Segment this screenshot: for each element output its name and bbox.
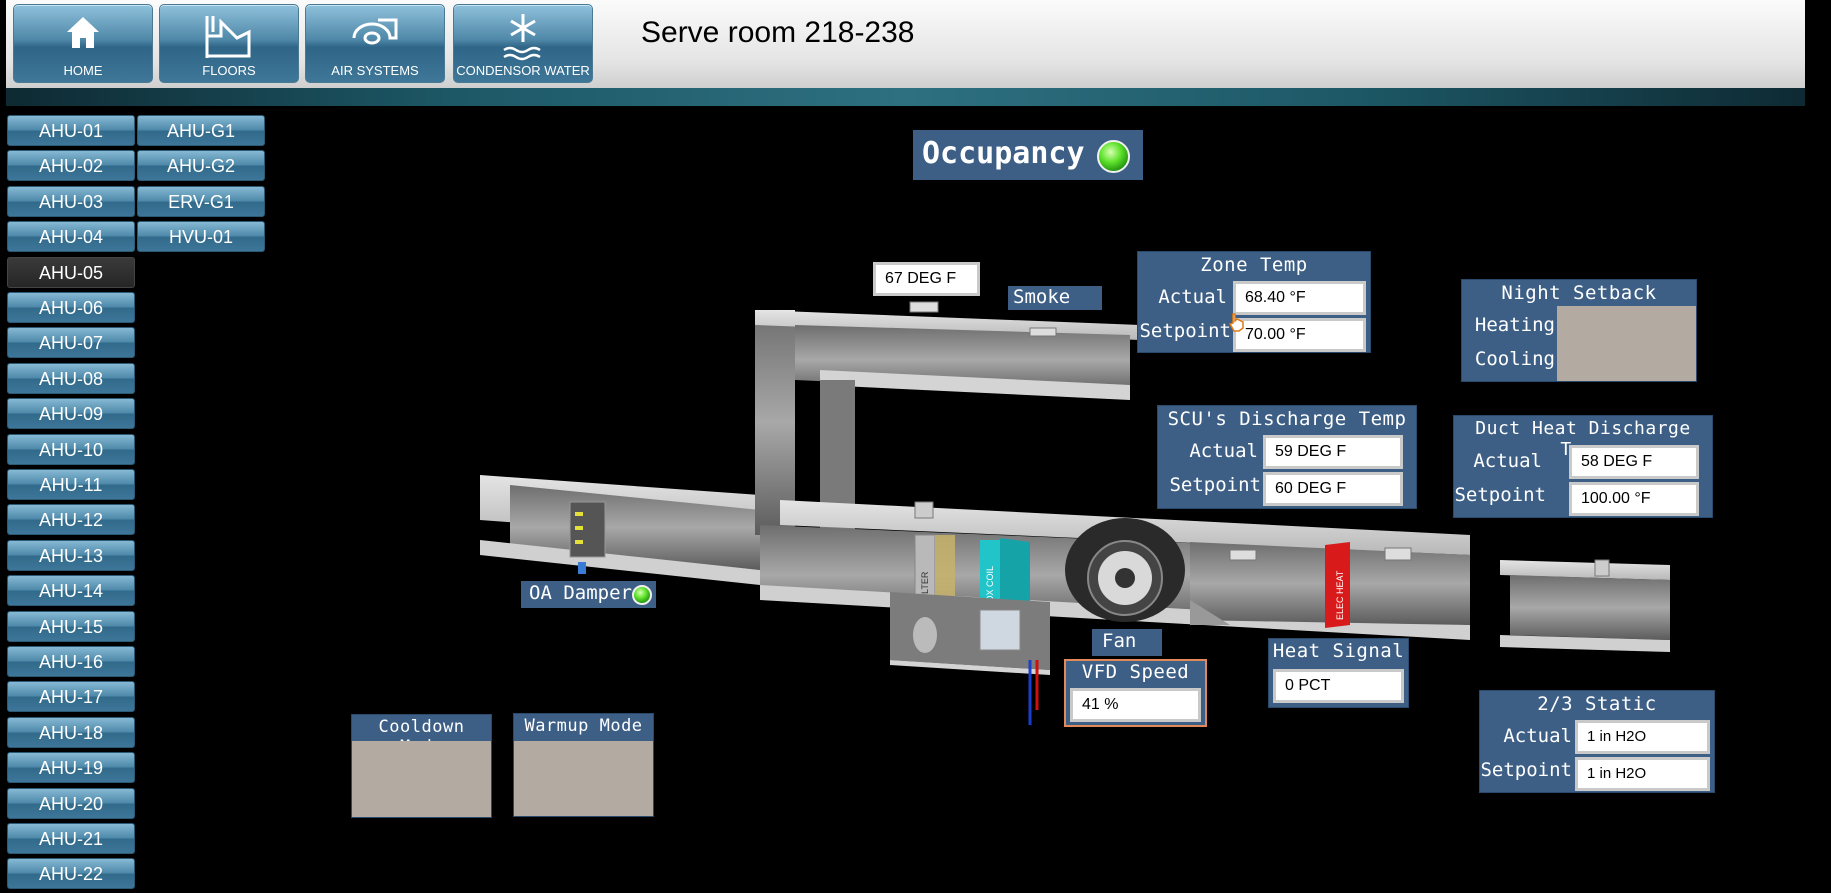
sidebar-item-ahu-19[interactable]: AHU-19 bbox=[7, 752, 135, 784]
sidebar-item-ahu-16[interactable]: AHU-16 bbox=[7, 646, 135, 677]
elec-heat-label: ELEC HEAT bbox=[1335, 570, 1345, 620]
static-actual-value: 1 in H2O bbox=[1575, 720, 1710, 754]
warmup-mode-title: Warmup Mode bbox=[524, 716, 643, 736]
zone-temp-title: Zone Temp bbox=[1200, 254, 1308, 276]
vfd-speed-value[interactable]: 41 % bbox=[1070, 688, 1201, 722]
scu-discharge-title: SCU's Discharge Temp bbox=[1167, 408, 1407, 430]
scu-discharge-temp-panel: SCU's Discharge Temp Actual 59 DEG F Set… bbox=[1157, 405, 1417, 509]
nav-floors-button[interactable]: FLOORS bbox=[159, 4, 299, 83]
sidebar-item-ahu-12[interactable]: AHU-12 bbox=[7, 504, 135, 536]
sidebar-item-ahu-08[interactable]: AHU-08 bbox=[7, 362, 135, 394]
dx-coil-label: DX COIL bbox=[985, 566, 995, 602]
home-icon bbox=[67, 17, 99, 48]
static-setpoint-value[interactable]: 1 in H2O bbox=[1575, 757, 1710, 791]
occupancy-indicator: Occupancy bbox=[913, 130, 1143, 180]
heat-signal-title: Heat Signal bbox=[1272, 640, 1405, 662]
nav-home-button[interactable]: HOME bbox=[13, 4, 153, 83]
sidebar-item-ahu-22[interactable]: AHU-22 bbox=[7, 858, 135, 890]
sidebar-item-ahu-07[interactable]: AHU-07 bbox=[7, 327, 135, 359]
duct-heat-setpoint-label: Setpoint bbox=[1454, 484, 1546, 506]
sidebar-item-ahu-14[interactable]: AHU-14 bbox=[7, 575, 135, 607]
vfd-speed-title: VFD Speed bbox=[1081, 661, 1190, 683]
sidebar-item-ahu-g1[interactable]: AHU-G1 bbox=[137, 115, 265, 146]
sidebar-item-ahu-15[interactable]: AHU-15 bbox=[7, 610, 135, 642]
sidebar-item-ahu-10[interactable]: AHU-10 bbox=[7, 433, 135, 465]
fan-label-tag: Fan bbox=[1092, 629, 1162, 656]
scu-discharge-actual-value: 59 DEG F bbox=[1263, 435, 1403, 469]
static-pressure-title: 2/3 Static bbox=[1537, 693, 1657, 715]
zone-temp-setpoint-label: Setpoint bbox=[1139, 320, 1231, 342]
duct-heat-actual-label: Actual bbox=[1473, 450, 1542, 472]
sidebar-item-ahu-02[interactable]: AHU-02 bbox=[7, 150, 135, 182]
night-setback-title: Night Setback bbox=[1501, 282, 1657, 304]
zone-temp-actual-value: 68.40 °F bbox=[1233, 281, 1366, 315]
sidebar-item-ahu-04[interactable]: AHU-04 bbox=[7, 221, 135, 253]
zone-temp-actual-label: Actual bbox=[1158, 286, 1227, 308]
heat-signal-panel: Heat Signal 0 PCT bbox=[1268, 638, 1409, 708]
scu-discharge-setpoint-label: Setpoint bbox=[1169, 474, 1261, 496]
warmup-mode-panel: Warmup Mode bbox=[513, 713, 654, 817]
static-pressure-panel: 2/3 Static Actual 1 in H2O Setpoint 1 in… bbox=[1479, 690, 1715, 793]
sidebar-item-ahu-11[interactable]: AHU-11 bbox=[7, 469, 135, 500]
snowflake-water-icon bbox=[503, 14, 541, 61]
cooldown-mode-status-area bbox=[352, 741, 491, 817]
night-setback-cooling-label: Cooling bbox=[1474, 348, 1555, 370]
smoke-label: Smoke bbox=[1013, 286, 1071, 308]
nav-condensor-water-button[interactable]: CONDENSOR WATER bbox=[453, 4, 593, 83]
sidebar-item-ahu-17[interactable]: AHU-17 bbox=[7, 681, 135, 713]
cooldown-mode-panel: Cooldown Mode bbox=[351, 714, 492, 818]
sidebar-item-ahu-09[interactable]: AHU-09 bbox=[7, 398, 135, 430]
oa-damper-status-led bbox=[632, 585, 652, 605]
duct-heat-actual-value: 58 DEG F bbox=[1569, 445, 1699, 479]
zone-temp-setpoint-value[interactable]: 70.00 °F bbox=[1233, 318, 1366, 352]
sidebar-item-ahu-01[interactable]: AHU-01 bbox=[7, 115, 135, 146]
sidebar-item-ahu-g2[interactable]: AHU-G2 bbox=[137, 150, 265, 182]
static-actual-label: Actual bbox=[1503, 725, 1572, 747]
fan-icon bbox=[352, 18, 398, 45]
sidebar-item-erv-g1[interactable]: ERV-G1 bbox=[137, 185, 265, 217]
page-title: Serve room 218-238 bbox=[641, 16, 915, 49]
sidebar-item-ahu-05[interactable]: AHU-05 bbox=[7, 256, 135, 288]
nav-home-label: HOME bbox=[63, 63, 103, 78]
sidebar-item-ahu-18[interactable]: AHU-18 bbox=[7, 716, 135, 748]
sidebar-item-ahu-13[interactable]: AHU-13 bbox=[7, 539, 135, 571]
supply-temp-value: 67 DEG F bbox=[873, 262, 980, 296]
smoke-label-tag: Smoke bbox=[1008, 286, 1102, 310]
scu-discharge-actual-label: Actual bbox=[1189, 440, 1258, 462]
nav-floors-label: FLOORS bbox=[202, 63, 256, 78]
scu-discharge-setpoint-value[interactable]: 60 DEG F bbox=[1263, 472, 1403, 506]
hand-cursor-icon bbox=[1228, 313, 1244, 332]
toolbar-divider bbox=[6, 88, 1805, 106]
nav-air-systems-button[interactable]: AIR SYSTEMS bbox=[305, 4, 445, 83]
oa-damper-indicator: OA Damper bbox=[521, 581, 656, 608]
oa-damper-label: OA Damper bbox=[529, 582, 632, 604]
duct-heat-setpoint-value[interactable]: 100.00 °F bbox=[1569, 482, 1699, 516]
night-setback-status-area bbox=[1557, 306, 1696, 381]
sidebar-item-ahu-20[interactable]: AHU-20 bbox=[7, 787, 135, 819]
sidebar-item-ahu-21[interactable]: AHU-21 bbox=[7, 823, 135, 854]
night-setback-panel: Night Setback Heating Cooling bbox=[1461, 279, 1697, 382]
warmup-mode-status-area bbox=[514, 741, 653, 816]
sidebar-item-ahu-06[interactable]: AHU-06 bbox=[7, 292, 135, 323]
sidebar-item-ahu-03[interactable]: AHU-03 bbox=[7, 185, 135, 217]
floors-icon bbox=[205, 16, 251, 58]
static-setpoint-label: Setpoint bbox=[1480, 759, 1572, 781]
nav-air-systems-label: AIR SYSTEMS bbox=[331, 63, 419, 78]
nav-condensor-water-label: CONDENSOR WATER bbox=[456, 63, 590, 78]
occupancy-status-led bbox=[1097, 140, 1130, 173]
fan-label: Fan bbox=[1102, 630, 1137, 652]
sidebar-item-hvu-01[interactable]: HVU-01 bbox=[137, 221, 265, 253]
occupancy-label: Occupancy bbox=[922, 136, 1085, 171]
vfd-speed-panel: VFD Speed 41 % bbox=[1064, 659, 1207, 727]
duct-heat-discharge-panel: Duct Heat Discharge Temp Actual 58 DEG F… bbox=[1453, 415, 1713, 518]
night-setback-heating-label: Heating bbox=[1474, 314, 1555, 336]
heat-signal-value: 0 PCT bbox=[1273, 669, 1404, 703]
zone-temp-panel: Zone Temp Actual 68.40 °F Setpoint 70.00… bbox=[1137, 251, 1371, 353]
